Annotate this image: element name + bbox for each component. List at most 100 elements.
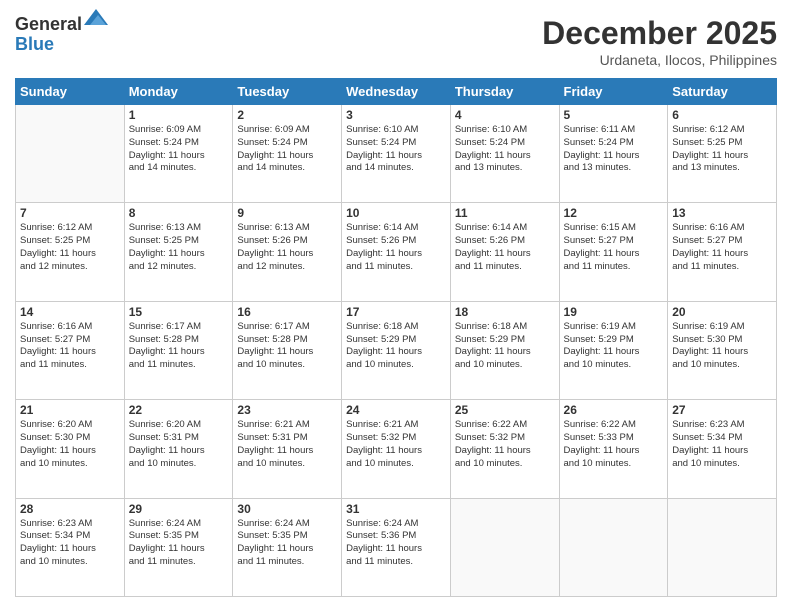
calendar-cell — [668, 498, 777, 596]
day-info: Sunrise: 6:18 AM Sunset: 5:29 PM Dayligh… — [455, 321, 555, 372]
day-number: 1 — [129, 108, 229, 122]
day-info: Sunrise: 6:09 AM Sunset: 5:24 PM Dayligh… — [129, 124, 229, 175]
calendar-cell: 12 Sunrise: 6:15 AM Sunset: 5:27 PM Dayli… — [559, 203, 668, 301]
calendar-cell: 14Sunrise: 6:16 AM Sunset: 5:27 PM Dayli… — [16, 301, 125, 399]
day-info: Sunrise: 6:22 AM Sunset: 5:32 PM Dayligh… — [455, 419, 555, 470]
day-info: Sunrise: 6:11 AM Sunset: 5:24 PM Dayligh… — [564, 124, 664, 175]
calendar-week-row: 7Sunrise: 6:12 AM Sunset: 5:25 PM Daylig… — [16, 203, 777, 301]
calendar-cell: 27 Sunrise: 6:23 AM Sunset: 5:34 PM Dayli… — [668, 400, 777, 498]
day-info: Sunrise: 6:20 AM Sunset: 5:31 PM Dayligh… — [129, 419, 229, 470]
header: General Blue December 2025 Urdaneta, Ilo… — [15, 15, 777, 68]
calendar-cell — [450, 498, 559, 596]
day-number: 12 — [564, 206, 664, 220]
day-number: 10 — [346, 206, 446, 220]
day-number: 7 — [20, 206, 120, 220]
day-info: Sunrise: 6:21 AM Sunset: 5:32 PM Dayligh… — [346, 419, 446, 470]
calendar-cell: 24 Sunrise: 6:21 AM Sunset: 5:32 PM Dayli… — [342, 400, 451, 498]
calendar-page: General Blue December 2025 Urdaneta, Ilo… — [0, 0, 792, 612]
day-number: 2 — [237, 108, 337, 122]
weekday-header: Wednesday — [342, 79, 451, 105]
calendar-cell: 25 Sunrise: 6:22 AM Sunset: 5:32 PM Dayli… — [450, 400, 559, 498]
day-number: 28 — [20, 502, 120, 516]
calendar-week-row: 21Sunrise: 6:20 AM Sunset: 5:30 PM Dayli… — [16, 400, 777, 498]
calendar-cell: 17 Sunrise: 6:18 AM Sunset: 5:29 PM Dayli… — [342, 301, 451, 399]
month-title: December 2025 — [542, 15, 777, 52]
calendar-cell: 29Sunrise: 6:24 AM Sunset: 5:35 PM Dayli… — [124, 498, 233, 596]
day-number: 17 — [346, 305, 446, 319]
calendar-cell — [16, 105, 125, 203]
day-number: 30 — [237, 502, 337, 516]
weekday-header: Thursday — [450, 79, 559, 105]
day-number: 4 — [455, 108, 555, 122]
calendar-cell: 13Sunrise: 6:16 AM Sunset: 5:27 PM Dayli… — [668, 203, 777, 301]
calendar-cell: 21Sunrise: 6:20 AM Sunset: 5:30 PM Dayli… — [16, 400, 125, 498]
day-number: 27 — [672, 403, 772, 417]
day-info: Sunrise: 6:14 AM Sunset: 5:26 PM Dayligh… — [455, 222, 555, 273]
logo-icon — [84, 7, 108, 27]
day-info: Sunrise: 6:15 AM Sunset: 5:27 PM Dayligh… — [564, 222, 664, 273]
day-number: 25 — [455, 403, 555, 417]
calendar-cell: 22 Sunrise: 6:20 AM Sunset: 5:31 PM Dayli… — [124, 400, 233, 498]
calendar-cell: 9Sunrise: 6:13 AM Sunset: 5:26 PM Daylig… — [233, 203, 342, 301]
calendar-cell: 26Sunrise: 6:22 AM Sunset: 5:33 PM Dayli… — [559, 400, 668, 498]
day-number: 19 — [564, 305, 664, 319]
day-number: 6 — [672, 108, 772, 122]
day-info: Sunrise: 6:10 AM Sunset: 5:24 PM Dayligh… — [346, 124, 446, 175]
day-info: Sunrise: 6:19 AM Sunset: 5:30 PM Dayligh… — [672, 321, 772, 372]
day-info: Sunrise: 6:24 AM Sunset: 5:35 PM Dayligh… — [237, 518, 337, 569]
day-number: 14 — [20, 305, 120, 319]
day-number: 8 — [129, 206, 229, 220]
calendar-cell: 7Sunrise: 6:12 AM Sunset: 5:25 PM Daylig… — [16, 203, 125, 301]
location: Urdaneta, Ilocos, Philippines — [542, 52, 777, 68]
day-info: Sunrise: 6:18 AM Sunset: 5:29 PM Dayligh… — [346, 321, 446, 372]
title-block: December 2025 Urdaneta, Ilocos, Philippi… — [542, 15, 777, 68]
day-info: Sunrise: 6:17 AM Sunset: 5:28 PM Dayligh… — [237, 321, 337, 372]
day-info: Sunrise: 6:21 AM Sunset: 5:31 PM Dayligh… — [237, 419, 337, 470]
calendar-cell — [559, 498, 668, 596]
logo-general: General — [15, 15, 82, 35]
logo: General Blue — [15, 15, 108, 55]
calendar-cell: 2 Sunrise: 6:09 AM Sunset: 5:24 PM Daylig… — [233, 105, 342, 203]
day-info: Sunrise: 6:14 AM Sunset: 5:26 PM Dayligh… — [346, 222, 446, 273]
day-info: Sunrise: 6:10 AM Sunset: 5:24 PM Dayligh… — [455, 124, 555, 175]
day-number: 31 — [346, 502, 446, 516]
day-number: 5 — [564, 108, 664, 122]
logo-text: General Blue — [15, 15, 82, 55]
logo-blue: Blue — [15, 35, 82, 55]
weekday-header: Tuesday — [233, 79, 342, 105]
calendar-week-row: 14Sunrise: 6:16 AM Sunset: 5:27 PM Dayli… — [16, 301, 777, 399]
calendar-week-row: 1 Sunrise: 6:09 AM Sunset: 5:24 PM Daylig… — [16, 105, 777, 203]
day-info: Sunrise: 6:12 AM Sunset: 5:25 PM Dayligh… — [672, 124, 772, 175]
day-number: 22 — [129, 403, 229, 417]
calendar-cell: 16 Sunrise: 6:17 AM Sunset: 5:28 PM Dayli… — [233, 301, 342, 399]
calendar-cell: 1 Sunrise: 6:09 AM Sunset: 5:24 PM Daylig… — [124, 105, 233, 203]
calendar-cell: 10 Sunrise: 6:14 AM Sunset: 5:26 PM Dayli… — [342, 203, 451, 301]
day-info: Sunrise: 6:09 AM Sunset: 5:24 PM Dayligh… — [237, 124, 337, 175]
calendar-cell: 3Sunrise: 6:10 AM Sunset: 5:24 PM Daylig… — [342, 105, 451, 203]
calendar-cell: 6 Sunrise: 6:12 AM Sunset: 5:25 PM Daylig… — [668, 105, 777, 203]
weekday-header: Saturday — [668, 79, 777, 105]
day-number: 16 — [237, 305, 337, 319]
day-info: Sunrise: 6:17 AM Sunset: 5:28 PM Dayligh… — [129, 321, 229, 372]
day-info: Sunrise: 6:23 AM Sunset: 5:34 PM Dayligh… — [672, 419, 772, 470]
day-number: 11 — [455, 206, 555, 220]
calendar-cell: 18Sunrise: 6:18 AM Sunset: 5:29 PM Dayli… — [450, 301, 559, 399]
day-number: 29 — [129, 502, 229, 516]
day-number: 20 — [672, 305, 772, 319]
calendar-cell: 11 Sunrise: 6:14 AM Sunset: 5:26 PM Dayli… — [450, 203, 559, 301]
calendar-cell: 15 Sunrise: 6:17 AM Sunset: 5:28 PM Dayli… — [124, 301, 233, 399]
calendar-cell: 30 Sunrise: 6:24 AM Sunset: 5:35 PM Dayli… — [233, 498, 342, 596]
calendar-cell: 28Sunrise: 6:23 AM Sunset: 5:34 PM Dayli… — [16, 498, 125, 596]
day-info: Sunrise: 6:13 AM Sunset: 5:26 PM Dayligh… — [237, 222, 337, 273]
calendar-cell: 4 Sunrise: 6:10 AM Sunset: 5:24 PM Daylig… — [450, 105, 559, 203]
calendar-cell: 23Sunrise: 6:21 AM Sunset: 5:31 PM Dayli… — [233, 400, 342, 498]
day-number: 24 — [346, 403, 446, 417]
calendar-cell: 8 Sunrise: 6:13 AM Sunset: 5:25 PM Daylig… — [124, 203, 233, 301]
day-number: 15 — [129, 305, 229, 319]
weekday-header: Sunday — [16, 79, 125, 105]
day-info: Sunrise: 6:19 AM Sunset: 5:29 PM Dayligh… — [564, 321, 664, 372]
weekday-header: Friday — [559, 79, 668, 105]
calendar-cell: 31Sunrise: 6:24 AM Sunset: 5:36 PM Dayli… — [342, 498, 451, 596]
day-info: Sunrise: 6:13 AM Sunset: 5:25 PM Dayligh… — [129, 222, 229, 273]
calendar-cell: 19 Sunrise: 6:19 AM Sunset: 5:29 PM Dayli… — [559, 301, 668, 399]
